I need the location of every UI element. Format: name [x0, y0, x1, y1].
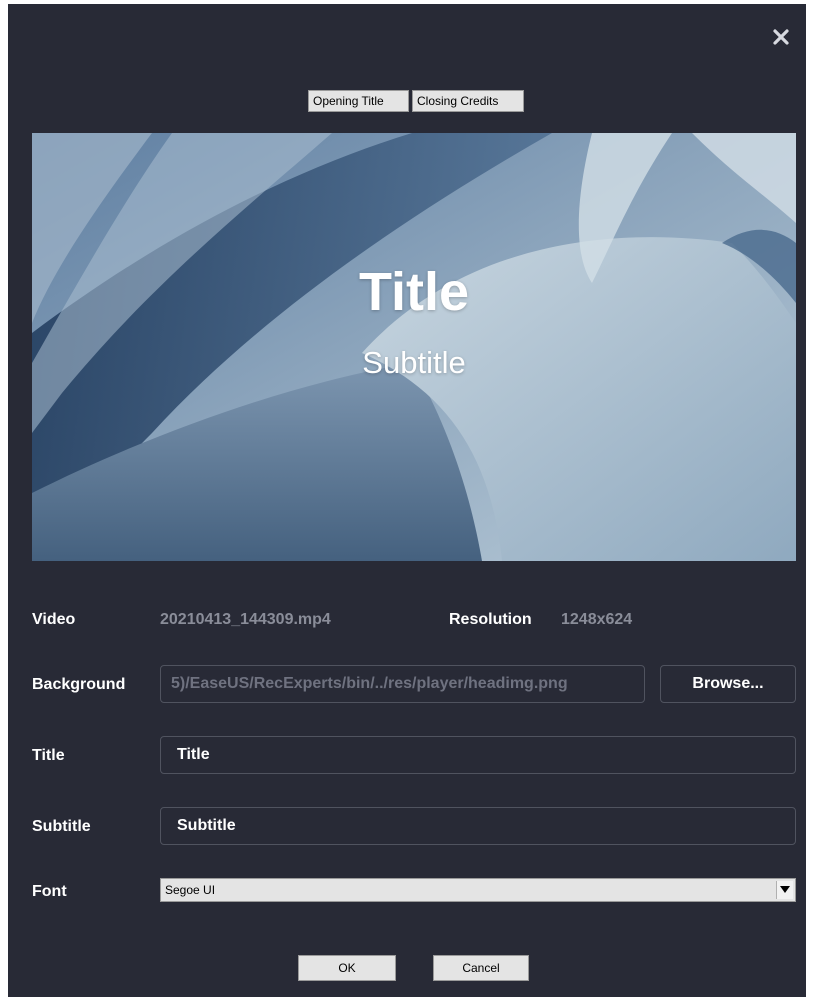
preview-title-text: Title	[358, 262, 470, 322]
ok-button[interactable]: OK	[298, 955, 396, 981]
background-label: Background	[32, 676, 126, 693]
dropdown-arrow-button[interactable]	[776, 881, 793, 899]
triangle-down-icon	[780, 886, 790, 893]
title-type-tabs: Opening Title Closing Credits	[308, 90, 524, 112]
subtitle-input[interactable]: Subtitle	[160, 807, 796, 845]
title-input[interactable]: Title	[160, 736, 796, 774]
close-icon	[773, 29, 789, 45]
resolution-label: Resolution	[449, 611, 532, 628]
video-filename: 20210413_144309.mp4	[160, 611, 331, 628]
video-label: Video	[32, 611, 76, 628]
preview-subtitle-text: Subtitle	[362, 345, 466, 380]
font-select-value: Segoe UI	[165, 883, 216, 897]
subtitle-label: Subtitle	[32, 818, 91, 835]
browse-button[interactable]: Browse...	[660, 665, 796, 703]
title-editor-dialog: Opening Title Closing Credits Title Subt…	[8, 4, 806, 997]
tab-closing-credits[interactable]: Closing Credits	[412, 90, 524, 112]
cancel-button[interactable]: Cancel	[433, 955, 529, 981]
font-label: Font	[32, 883, 67, 900]
tab-opening-title[interactable]: Opening Title	[308, 90, 409, 112]
font-select[interactable]: Segoe UI	[160, 878, 796, 902]
preview-panel: Title Subtitle	[32, 133, 796, 561]
close-button[interactable]	[768, 24, 794, 50]
background-path-field: 5)/EaseUS/RecExperts/bin/../res/player/h…	[160, 665, 645, 703]
title-label: Title	[32, 747, 65, 764]
resolution-value: 1248x624	[561, 611, 633, 628]
